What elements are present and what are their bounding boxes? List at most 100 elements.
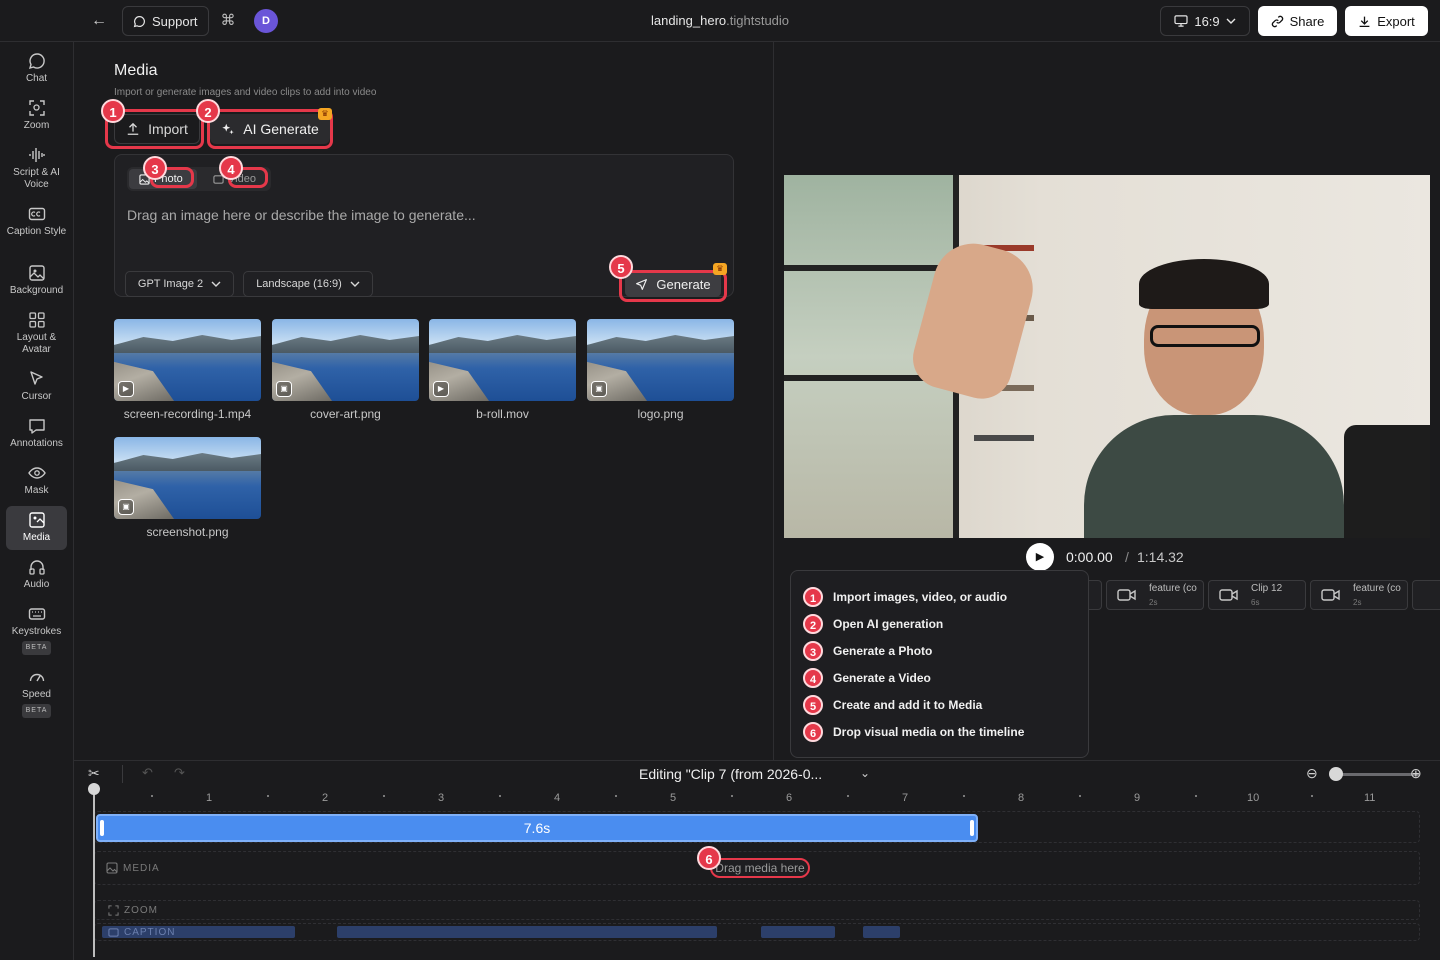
ai-generate-button[interactable]: AI Generate [210,114,330,144]
legend-text: Import images, video, or audio [833,590,1008,604]
annotation-badge-6: 6 [697,846,721,870]
project-title[interactable]: landing_hero.tightstudio [560,13,880,28]
media-item[interactable]: ▣ cover-art.png [272,319,419,421]
drop-media-hint[interactable]: Drag media here [710,858,810,878]
caption-segment[interactable] [337,926,717,938]
editing-clip-title[interactable]: Editing "Clip 7 (from 2026-0... [639,766,822,782]
clip-card[interactable]: feature (co 2s [1310,580,1408,610]
sidebar-item-label: Chat [25,73,48,84]
video-preview[interactable] [784,175,1430,538]
sidebar-item-chat[interactable]: Chat [6,52,67,92]
playhead[interactable] [93,787,95,957]
speed-icon [29,673,44,682]
caption-segment[interactable] [863,926,900,938]
ruler-tick: 11 [1364,792,1376,804]
media-item[interactable]: ▣ screenshot.png [114,437,261,539]
aspect-select[interactable]: Landscape (16:9) [243,271,373,297]
command-icon[interactable]: ⌘ [218,10,238,32]
keyboard-icon [28,608,45,620]
current-time: 0:00.00 [1066,549,1113,565]
sidebar-item-layout-avatar[interactable]: Layout & Avatar [6,311,67,359]
zoom-out-icon[interactable]: ⊖ [1306,765,1318,782]
sidebar-item-label: Layout & Avatar [16,332,57,355]
zoom-slider-handle[interactable] [1329,767,1343,781]
media-item[interactable]: ▶ screen-recording-1.mp4 [114,319,261,421]
zoom-track[interactable] [94,900,1420,920]
aspect-ratio-value: 16:9 [1194,13,1220,29]
media-item[interactable]: ▣ logo.png [587,319,734,421]
media-thumbnail: ▣ [272,319,419,401]
sidebar-item-mask[interactable]: Mask [6,464,67,504]
zoom-slider[interactable] [1334,773,1420,776]
image-icon: ▣ [591,381,607,397]
beta-badge: BETA [21,704,52,718]
chevron-down-icon [211,281,221,287]
annotation-badge-1: 1 [101,99,125,123]
clip-card[interactable]: Clip 12 6s [1208,580,1306,610]
caption-segment[interactable] [761,926,835,938]
sidebar-item-cursor[interactable]: Cursor [6,370,67,410]
support-button[interactable]: Support [122,6,209,36]
play-button[interactable]: ▶ [1026,543,1054,571]
timeline-clip-duration: 7.6s [523,820,551,836]
share-button[interactable]: Share [1258,6,1337,36]
legend-text: Drop visual media on the timeline [833,725,1025,739]
export-button[interactable]: Export [1345,6,1428,36]
generate-panel: Photo Video Drag an image here or descri… [114,154,734,297]
scissors-icon[interactable]: ✂ [88,765,100,782]
video-camera-icon [1117,588,1137,602]
clip-card[interactable] [1412,580,1440,610]
zoom-in-icon[interactable]: ⊕ [1410,765,1422,782]
media-item-name: screen-recording-1.mp4 [123,407,252,421]
sidebar-item-background[interactable]: Background [6,264,67,304]
generate-button[interactable]: Generate [625,271,721,297]
playhead-handle[interactable] [88,783,100,795]
media-item-name: screenshot.png [146,525,229,539]
sidebar-item-media[interactable]: Media [6,506,67,550]
clip-card[interactable]: feature (co 2s [1106,580,1204,610]
annotation-badge-3: 3 [143,156,167,180]
sidebar-item-audio[interactable]: Audio [6,558,67,598]
aspect-ratio-select[interactable]: 16:9 [1160,6,1250,36]
ruler-tick: 3 [438,792,445,804]
zoom-icon [28,100,45,116]
sidebar-item-script-ai-voice[interactable]: Script & AI Voice [6,146,67,194]
ruler-tick: 8 [1018,792,1025,804]
sidebar-item-label: Background [9,285,64,296]
legend-number: 4 [803,668,823,688]
chevron-down-icon [1226,18,1236,24]
back-arrow-icon[interactable]: ← [88,10,110,32]
redo-icon[interactable]: ↷ [174,765,185,781]
trim-handle-left[interactable] [100,820,104,836]
undo-icon[interactable]: ↶ [142,765,153,781]
media-item-name: cover-art.png [310,407,381,421]
sidebar-item-label: Annotations [10,438,63,449]
model-select[interactable]: GPT Image 2 [125,271,234,297]
ruler-tick: 5 [670,792,677,804]
clip-name: Clip 12 [1251,583,1283,594]
prompt-input[interactable]: Drag an image here or describe the image… [127,207,476,223]
media-item-name: logo.png [637,407,684,421]
image-icon: ▣ [118,499,134,515]
trim-handle-right[interactable] [970,820,974,836]
import-label: Import [148,121,188,137]
avatar[interactable]: D [254,9,278,33]
chevron-down-icon[interactable]: ⌄ [860,766,870,780]
sidebar-item-keystrokes[interactable]: Keystrokes BETA [6,605,67,657]
clip-name: feature (co [1353,583,1401,594]
sidebar-item-zoom[interactable]: Zoom [6,99,67,139]
sidebar-item-caption-style[interactable]: Caption Style [6,205,67,253]
import-button[interactable]: Import [114,114,200,144]
time-separator: / [1125,549,1129,565]
ruler-tick: 9 [1134,792,1141,804]
sidebar-item-annotations[interactable]: Annotations [6,417,67,457]
chat-icon [28,53,45,70]
timeline-clip[interactable]: 7.6s [96,814,978,842]
ruler-tick: 10 [1247,792,1260,804]
panel-subtitle: Import or generate images and video clip… [114,87,377,98]
sidebar-item-speed[interactable]: Speed BETA [6,668,67,720]
sidebar: Chat Zoom Script & AI Voice Caption Styl… [0,42,74,960]
media-item[interactable]: ▶ b-roll.mov [429,319,576,421]
chevron-down-icon [350,281,360,287]
sidebar-item-label: Caption Style [6,226,67,237]
